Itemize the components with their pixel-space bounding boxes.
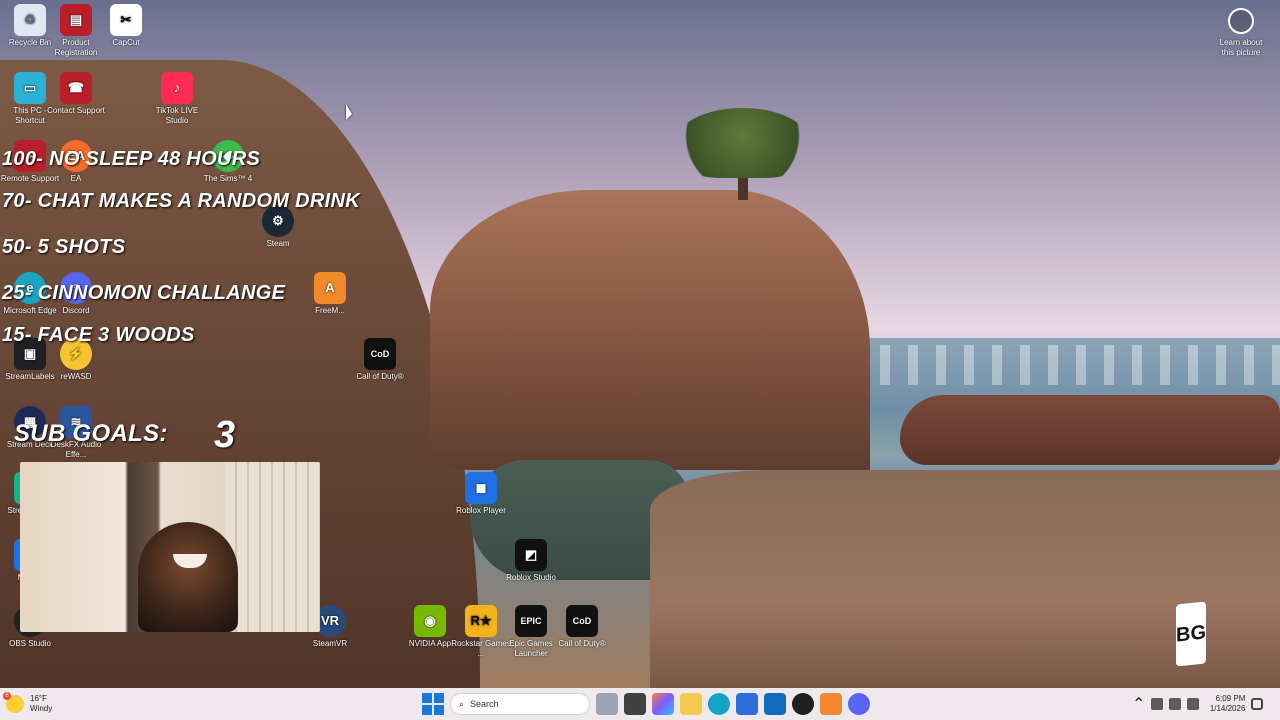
edge-taskbar-icon[interactable] [708,693,730,715]
corner-logo: BG [1176,601,1206,667]
weather-badge: 6 [3,692,11,700]
app-orange-taskbar-icon[interactable] [820,693,842,715]
windows-icon [434,693,444,703]
windows-icon [422,693,432,703]
file-explorer-icon[interactable] [680,693,702,715]
network-icon[interactable] [1169,698,1182,710]
product-registration-icon: ▤ [60,4,92,36]
task-view-icon[interactable] [624,693,646,715]
overlay-goal-100: 100- NO SLEEP 48 HOURS [2,148,261,170]
taskbar-center: ⌕ Search [422,692,870,716]
desktop-icon-roblox-studio[interactable]: ◩ Roblox Studio [501,539,561,583]
taskbar: 6 16°F Windy ⌕ Search ⌃ 6:09 PM 1/14/202… [0,688,1280,720]
rockstar-icon: R★ [465,605,497,637]
wallpaper-rock-right [900,395,1280,465]
learn-about-picture[interactable]: Learn about this picture [1214,8,1268,58]
webcam-closet-door [225,462,320,632]
desktop-icon-call-of-duty[interactable]: CoD Call of Duty® [350,338,410,382]
desktop-icon-label: FreeM... [315,306,345,315]
capcut-icon: ✂ [110,4,142,36]
files-icon[interactable] [596,693,618,715]
volume-icon[interactable] [1187,698,1200,710]
desktop-icon-label: CapCut [112,38,140,47]
desktop-icon-label: TikTok LIVE Studio [155,106,199,125]
weather-widget[interactable]: 6 16°F Windy [3,692,86,716]
microphone-icon[interactable] [1151,698,1164,710]
roblox-icon: ◼ [465,472,497,504]
taskbar-search[interactable]: ⌕ Search [450,693,590,715]
webcam-feed [20,462,320,632]
search-icon: ⌕ [459,698,465,709]
pc-icon: ▭ [14,72,46,104]
desktop-icon-contact-support[interactable]: ☎ Contact Support [46,72,106,116]
outlook-icon[interactable] [764,693,786,715]
desktop-icon-label: Discord [62,306,90,315]
learn-about-label: Learn about this picture [1219,38,1263,57]
system-tray: ⌃ 6:09 PM 1/14/2026 [1132,692,1264,716]
tiktok-icon: ♪ [161,72,193,104]
desktop-icon-label: SteamVR [312,639,348,648]
chevron-up-icon[interactable]: ⌃ [1132,694,1145,714]
camera-icon [1228,8,1254,34]
overlay-goal-15: 15- FACE 3 WOODS [2,324,195,346]
obs-taskbar-icon[interactable] [792,693,814,715]
desktop-icon-label: Call of Duty® [558,639,606,648]
search-placeholder: Search [470,699,499,709]
desktop-icon-label: Steam [266,239,290,248]
wallpaper-boats [880,345,1280,385]
cod-icon: CoD [566,605,598,637]
desktop-icon-call-of-duty-2[interactable]: CoD Call of Duty® [552,605,612,649]
overlay-goal-70: 70- CHAT MAKES A RANDOM DRINK [2,190,360,212]
clock[interactable]: 6:09 PM 1/14/2026 [1205,694,1246,714]
windows-icon [422,705,432,715]
windows-icon [434,705,444,715]
weather-temp: 16°F [30,694,47,703]
desktop-icon-label: EA [70,174,82,183]
desktop-icon-label: Contact Support [47,106,105,115]
sub-goals-label: SUB GOALS: [14,420,168,447]
desktop-icon-tiktok-live[interactable]: ♪ TikTok LIVE Studio [147,72,207,126]
mouse-cursor-icon [346,104,352,120]
overlay-goal-25: 25- CINNOMON CHALLANGE [2,282,286,304]
clock-time: 6:09 PM [1215,694,1246,703]
desktop-icon-capcut[interactable]: ✂ CapCut [96,4,156,48]
app-orange-icon: A [314,272,346,304]
weather-text: 16°F Windy [30,694,52,714]
desktop-icon-label: Call of Duty® [356,372,404,381]
start-button[interactable] [422,693,444,715]
recycle-bin-icon: ♻ [14,4,46,36]
overlay-goal-50: 50- 5 SHOTS [2,236,126,258]
desktop-icon-app-orange[interactable]: A FreeM... [300,272,360,316]
wallpaper-tree-crown [675,108,810,178]
epic-icon: EPIC [515,605,547,637]
discord-taskbar-icon[interactable] [848,693,870,715]
desktop-icon-label: The Sims™ 4 [203,174,253,183]
desktop-icon-label: Roblox Player [456,506,506,515]
nvidia-icon: ◉ [414,605,446,637]
roblox-studio-icon: ◩ [515,539,547,571]
sub-goals-count: 3 [214,414,236,456]
store-icon[interactable] [736,693,758,715]
clock-date: 1/14/2026 [1209,704,1246,713]
desktop-icon-roblox-player[interactable]: ◼ Roblox Player [451,472,511,516]
notification-icon[interactable] [1251,698,1264,710]
cod-icon: CoD [364,338,396,370]
weather-desc: Windy [30,704,53,713]
desktop-icon-label: reWASD [60,372,92,381]
desktop-icon-label: OBS Studio [9,639,51,648]
webcam-person [138,522,238,632]
support-icon: ☎ [60,72,92,104]
wallpaper-rock-main [430,190,870,470]
weather-icon: 6 [3,692,24,713]
copilot-icon[interactable] [652,693,674,715]
desktop-icon-label: Roblox Studio [506,573,556,582]
